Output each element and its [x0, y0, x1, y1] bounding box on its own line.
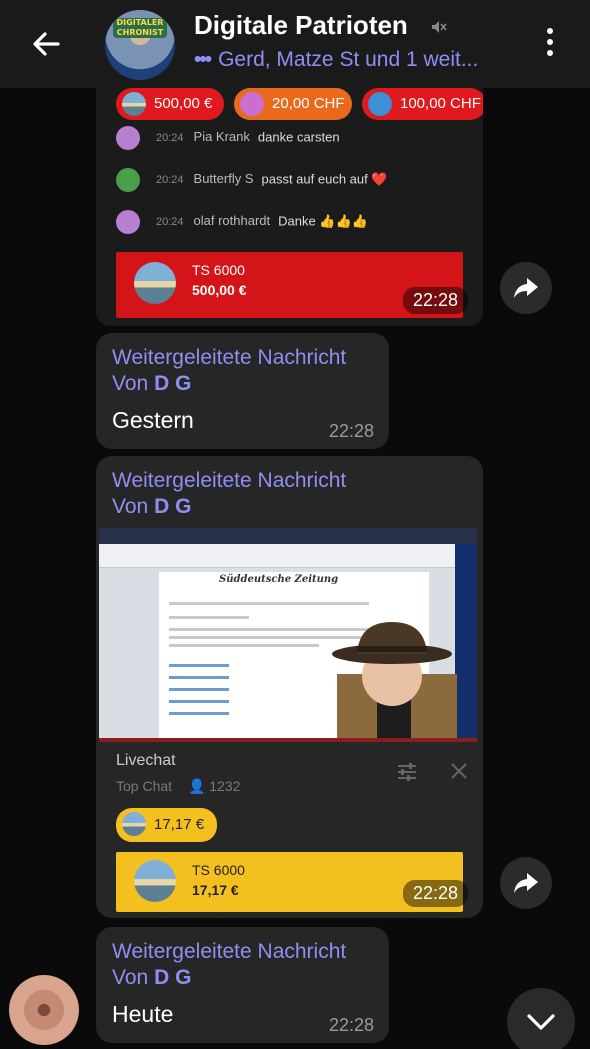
message-time: 22:28: [329, 1015, 375, 1035]
chat-subtitle: ••• Gerd, Matze St und 1 weit...: [194, 48, 514, 72]
chip-amount: 17,17 €: [154, 816, 205, 833]
video-browserbar: [99, 544, 477, 568]
video-thumbnail[interactable]: Süddeutsche Zeitung: [99, 528, 477, 742]
superchat-chip: 100,00 CHF: [362, 88, 483, 120]
presenter-figure: [332, 622, 457, 742]
message-text: Heute: [112, 1001, 174, 1027]
message-time: 22:28: [403, 880, 469, 907]
scroll-down-button[interactable]: [507, 988, 575, 1049]
chevron-down-icon: [527, 1014, 555, 1030]
donor-avatar: [134, 860, 176, 902]
chat-time: 20:24: [156, 174, 184, 187]
viewer-count: 1232: [209, 778, 241, 794]
superchat-chip: 500,00 €: [116, 88, 224, 120]
forwarded-label: Weitergeleitete Nachricht: [112, 346, 347, 369]
forwarded-from: Von D G: [112, 371, 191, 397]
forwarded-from: Von D G: [112, 494, 191, 520]
close-icon: [451, 763, 467, 779]
from-prefix: Von: [112, 495, 149, 518]
newspaper-logo: Süddeutsche Zeitung: [219, 574, 339, 585]
message-text: Gestern: [112, 407, 194, 433]
superchat-chip: 20,00 CHF: [234, 88, 352, 120]
group-avatar[interactable]: DIGITALER CHRONIST: [105, 10, 175, 80]
forwarded-label: Weitergeleitete Nachricht: [112, 469, 347, 492]
filter-icon: [398, 763, 416, 781]
chat-header: DIGITALER CHRONIST Digitale Patrioten ••…: [0, 0, 590, 88]
forwarded-message[interactable]: Weitergeleitete Nachricht Von D G Heute …: [96, 927, 389, 1043]
chat-text: passt auf euch auf ❤️: [261, 171, 388, 187]
sender-avatar[interactable]: [9, 975, 79, 1045]
forwarded-label: Weitergeleitete Nachricht: [112, 940, 347, 963]
forwarded-video-message[interactable]: Weitergeleitete Nachricht Von D G Süddeu…: [96, 456, 483, 918]
from-name[interactable]: D G: [154, 372, 191, 395]
chip-avatar: [240, 92, 264, 116]
forwarded-message[interactable]: Weitergeleitete Nachricht Von D G Gester…: [96, 333, 389, 449]
chat-avatar: [116, 168, 140, 192]
typing-users: Gerd, Matze St und 1 weit...: [218, 48, 479, 71]
share-icon: [514, 873, 538, 893]
chip-amount: 20,00 CHF: [272, 95, 345, 112]
more-menu-icon[interactable]: [538, 24, 562, 64]
from-name[interactable]: D G: [154, 966, 191, 989]
viewer-icon: 👤: [187, 778, 206, 794]
chat-name: Pia Krank: [193, 129, 250, 145]
chat-text: danke carsten: [257, 129, 340, 145]
share-icon: [514, 278, 538, 298]
donation-amount: 500,00 €: [192, 282, 247, 298]
video-taskbar: [99, 528, 477, 544]
chat-avatar: [116, 126, 140, 150]
video-progress: [99, 738, 477, 742]
livechat-line: 20:24 Pia Krank danke carsten: [116, 126, 340, 150]
top-chat-label: Top Chat: [116, 778, 173, 794]
livechat-line: 20:24 Butterfly S passt auf euch auf ❤️: [116, 168, 388, 192]
chat-time: 20:24: [156, 216, 184, 229]
superchat-chip: 17,17 €: [116, 808, 217, 842]
message-time: 22:28: [329, 421, 375, 441]
chat-time: 20:24: [156, 132, 184, 145]
share-button[interactable]: [500, 857, 552, 909]
chip-avatar: [122, 92, 146, 116]
chat-title[interactable]: Digitale Patrioten: [194, 10, 408, 41]
livechat-subtitle: Top Chat 👤 1232: [116, 778, 240, 795]
typing-indicator: •••: [194, 48, 212, 71]
avatar-badge: DIGITALER CHRONIST: [113, 18, 167, 38]
donor-avatar: [134, 262, 176, 304]
donor-name: TS 6000: [192, 262, 245, 278]
superchat-chips: 500,00 € 20,00 CHF 100,00 CHF: [106, 88, 483, 122]
message-time: 22:28: [403, 287, 469, 314]
from-name[interactable]: D G: [154, 495, 191, 518]
chip-amount: 100,00 CHF: [400, 95, 481, 112]
livechat-line: 20:24 olaf rothhardt Danke 👍👍👍: [116, 210, 368, 234]
chip-avatar: [368, 92, 392, 116]
donor-name: TS 6000: [192, 862, 245, 878]
from-prefix: Von: [112, 372, 149, 395]
chat-text: Danke 👍👍👍: [278, 213, 368, 229]
chat-name: olaf rothhardt: [193, 213, 271, 229]
livechat-title: Livechat: [116, 752, 176, 769]
chip-avatar: [122, 812, 146, 836]
chat-avatar: [116, 210, 140, 234]
from-prefix: Von: [112, 966, 149, 989]
share-button[interactable]: [500, 262, 552, 314]
muted-speaker-icon: [432, 21, 447, 33]
forwarded-from: Von D G: [112, 965, 191, 991]
back-arrow-icon[interactable]: [28, 26, 64, 62]
chat-name: Butterfly S: [193, 171, 254, 187]
donation-amount: 17,17 €: [192, 882, 239, 898]
media-message-livechat[interactable]: 500,00 € 20,00 CHF 100,00 CHF 20:24 Pia K…: [96, 88, 483, 326]
chip-amount: 500,00 €: [154, 95, 213, 112]
